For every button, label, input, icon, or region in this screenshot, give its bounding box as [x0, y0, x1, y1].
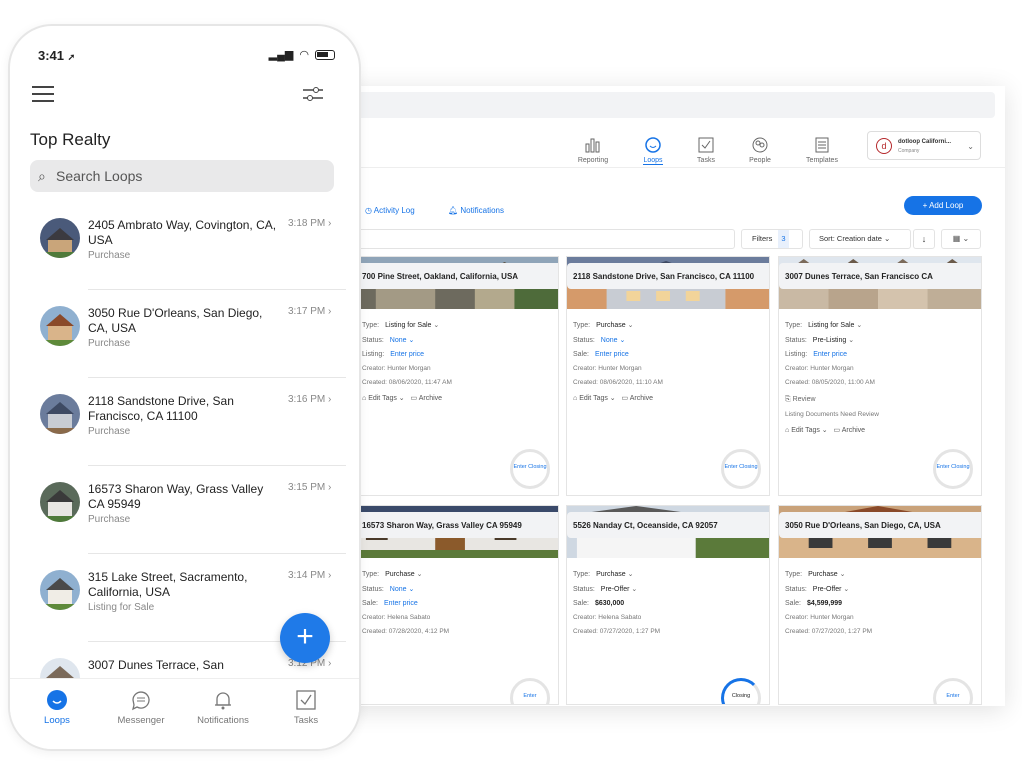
- chevron-right-icon: ›: [328, 306, 332, 317]
- property-avatar: [40, 482, 80, 522]
- nav-templates[interactable]: Templates: [797, 136, 847, 164]
- plus-icon: +: [296, 620, 314, 653]
- location-arrow-icon: ➚: [67, 52, 76, 62]
- checkbox-icon: [698, 137, 714, 153]
- chevron-right-icon: ›: [328, 394, 332, 405]
- loop-card[interactable]: 2118 Sandstone Drive, San Francisco, CA …: [566, 256, 770, 496]
- nav-tasks[interactable]: Tasks: [681, 136, 731, 164]
- closing-progress-ring[interactable]: Closing: [721, 678, 761, 704]
- archive-button[interactable]: Archive: [630, 395, 653, 402]
- loop-card[interactable]: 5526 Nanday Ct, Oceanside, CA 92057 Type…: [566, 505, 770, 705]
- people-icon: [752, 137, 768, 153]
- clock-icon: ◷: [365, 206, 372, 215]
- list-item[interactable]: 2405 Ambrato Way, Covington, CA, USA Pur…: [10, 202, 350, 290]
- tab-tasks[interactable]: Tasks: [271, 689, 341, 726]
- loop-card[interactable]: 700 Pine Street, Oakland, California, US…: [355, 256, 559, 496]
- chevron-down-icon: ⌄: [884, 234, 891, 243]
- property-avatar: [40, 394, 80, 434]
- archive-button[interactable]: Archive: [842, 427, 865, 434]
- loops-icon: [47, 690, 67, 710]
- status-time: 3:41 ➚: [38, 48, 76, 63]
- company-name: dotloop Californi...: [898, 139, 951, 145]
- archive-icon: ▭: [833, 427, 841, 434]
- closing-progress-ring[interactable]: Enter Closing: [510, 449, 550, 489]
- company-logo: d: [876, 138, 892, 154]
- list-item[interactable]: 2118 Sandstone Drive, San Francisco, CA …: [10, 378, 350, 466]
- property-avatar: [40, 570, 80, 610]
- tag-icon: ⌂: [785, 427, 790, 434]
- chevron-right-icon: ›: [328, 658, 332, 669]
- menu-icon[interactable]: [32, 86, 54, 102]
- loop-card[interactable]: 16573 Sharon Way, Grass Valley CA 95949 …: [355, 505, 559, 705]
- loops-icon: [645, 137, 661, 153]
- chat-bubble-icon: [132, 691, 150, 711]
- list-item[interactable]: 16573 Sharon Way, Grass Valley CA 95949 …: [10, 466, 350, 554]
- loop-search-input[interactable]: [335, 229, 735, 249]
- company-selector[interactable]: d dotloop Californi... Company ⌄: [867, 131, 981, 160]
- page-title: Top Realty: [30, 130, 111, 149]
- battery-icon: [315, 49, 335, 60]
- add-loop-fab[interactable]: +: [280, 613, 330, 663]
- wifi-icon: ◠: [299, 49, 309, 61]
- review-icon: ⎘: [785, 396, 791, 403]
- loop-card[interactable]: 3050 Rue D'Orleans, San Diego, CA, USA T…: [778, 505, 982, 705]
- tab-messenger[interactable]: Messenger: [106, 689, 176, 726]
- filters-button[interactable]: Filters 3: [741, 229, 803, 249]
- closing-progress-ring[interactable]: Enter Closing: [721, 449, 761, 489]
- closing-progress-ring[interactable]: Enter Closing: [933, 449, 973, 489]
- sort-direction-button[interactable]: ↓: [913, 229, 935, 249]
- tab-bar: Loops Messenger Notifications Tasks: [10, 678, 359, 749]
- bell-icon: 🔔︎: [448, 206, 459, 215]
- add-loop-button[interactable]: + Add Loop: [904, 196, 982, 215]
- tag-icon: ⌂: [362, 395, 367, 402]
- desktop-window: Reporting Loops Tasks People Templates d…: [335, 86, 1005, 706]
- archive-icon: ▭: [410, 395, 418, 402]
- edit-tags-button[interactable]: Edit Tags: [791, 427, 820, 434]
- chevron-down-icon: ⌄: [962, 234, 970, 243]
- chevron-right-icon: ›: [328, 218, 332, 229]
- grid-icon: ▦: [952, 234, 961, 243]
- review-link[interactable]: ⎘ Review: [779, 396, 981, 404]
- company-sub: Company: [898, 148, 920, 154]
- loop-card[interactable]: 3007 Dunes Terrace, San Francisco CA Typ…: [778, 256, 982, 496]
- search-input[interactable]: ⌕ Search Loops: [30, 160, 334, 192]
- property-avatar: [40, 306, 80, 346]
- templates-icon: [815, 137, 829, 153]
- archive-button[interactable]: Archive: [419, 395, 442, 402]
- bell-icon: [215, 692, 231, 710]
- signal-icon: ▂▄▆: [268, 49, 294, 61]
- bar-chart-icon: [585, 138, 600, 153]
- status-icons: ▂▄▆ ◠: [269, 48, 335, 61]
- arrow-down-icon: ↓: [921, 234, 927, 244]
- nav-loops[interactable]: Loops: [628, 136, 678, 165]
- view-toggle[interactable]: ▦ ⌄: [941, 229, 981, 249]
- sort-dropdown[interactable]: Sort: Creation date ⌄: [809, 229, 911, 249]
- filter-sliders-icon[interactable]: [303, 86, 323, 102]
- tab-loops[interactable]: Loops: [22, 689, 92, 726]
- notifications-link[interactable]: 🔔︎ Notifications: [448, 206, 504, 215]
- edit-tags-button[interactable]: Edit Tags: [368, 395, 397, 402]
- edit-tags-button[interactable]: Edit Tags: [579, 395, 608, 402]
- nav-people[interactable]: People: [735, 136, 785, 164]
- closing-progress-ring[interactable]: Enter: [510, 678, 550, 704]
- tag-icon: ⌂: [573, 395, 578, 402]
- archive-icon: ▭: [621, 395, 629, 402]
- activity-log-link[interactable]: ◷ Activity Log: [365, 206, 415, 215]
- address-bar[interactable]: [335, 92, 995, 118]
- list-item[interactable]: 3050 Rue D'Orleans, San Diego, CA, USA P…: [10, 290, 350, 378]
- property-avatar: [40, 218, 80, 258]
- tab-notifications[interactable]: Notifications: [188, 689, 258, 726]
- chevron-right-icon: ›: [328, 570, 332, 581]
- chevron-right-icon: ›: [328, 482, 332, 493]
- checkbox-icon: [296, 690, 316, 710]
- closing-progress-ring[interactable]: Enter: [933, 678, 973, 704]
- filter-count-badge: 3: [778, 230, 789, 248]
- phone-frame: 3:41 ➚ ▂▄▆ ◠ Top Realty ⌕ Search Loops 24…: [8, 24, 361, 751]
- nav-reporting[interactable]: Reporting: [568, 136, 618, 164]
- search-icon: ⌕: [38, 168, 46, 184]
- chevron-down-icon: ⌄: [967, 142, 974, 151]
